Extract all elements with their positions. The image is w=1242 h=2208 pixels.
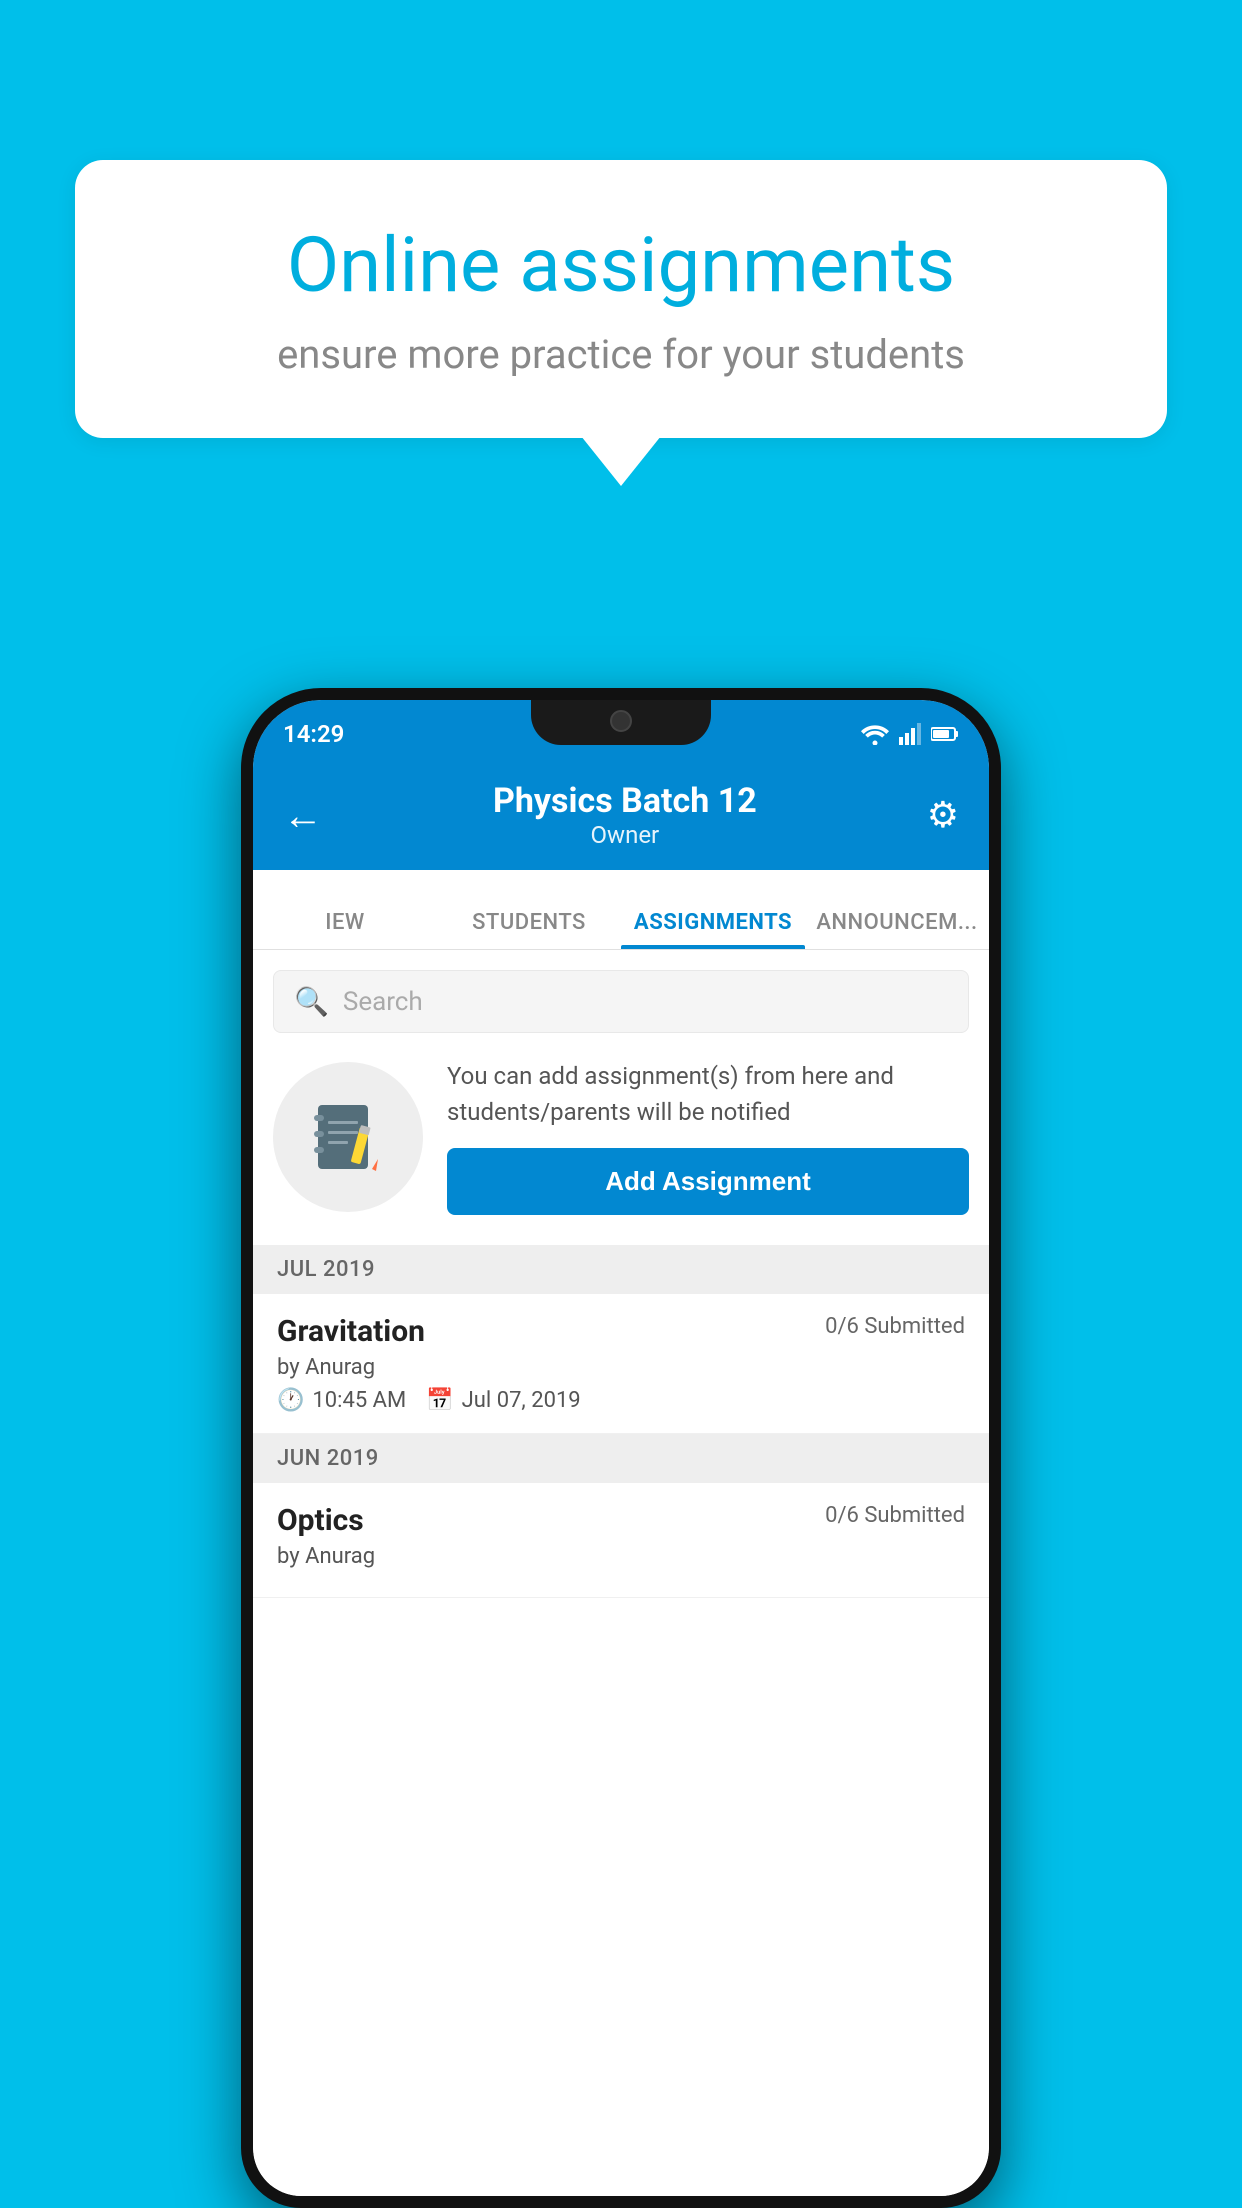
- calendar-icon: 📅: [426, 1388, 453, 1413]
- add-assignment-button[interactable]: Add Assignment: [447, 1148, 969, 1215]
- speech-bubble-title: Online assignments: [155, 220, 1087, 311]
- assignment-by-gravitation: by Anurag: [277, 1355, 965, 1380]
- signal-icon: [899, 723, 921, 745]
- wifi-icon: [861, 723, 889, 745]
- power-button: [995, 940, 1001, 1040]
- assignment-row1: Gravitation 0/6 Submitted: [277, 1314, 965, 1349]
- tab-announcements[interactable]: ANNOUNCEM...: [805, 910, 989, 949]
- battery-icon: [931, 726, 959, 742]
- batch-title: Physics Batch 12: [323, 781, 927, 821]
- section-header-jul: JUL 2019: [253, 1245, 989, 1294]
- header-title-group: Physics Batch 12 Owner: [323, 781, 927, 849]
- volume-down-button: [241, 980, 247, 1040]
- notebook-icon: [308, 1097, 388, 1177]
- camera-icon: [610, 710, 632, 732]
- tab-students[interactable]: STUDENTS: [437, 910, 621, 949]
- clock-icon: 🕐: [277, 1388, 304, 1413]
- app-header: ← Physics Batch 12 Owner ⚙: [253, 760, 989, 870]
- promo-description: You can add assignment(s) from here and …: [447, 1058, 969, 1130]
- assignment-name-gravitation: Gravitation: [277, 1314, 425, 1349]
- search-icon: 🔍: [294, 985, 329, 1018]
- assignment-icon-circle: [273, 1062, 423, 1212]
- assignment-row1-optics: Optics 0/6 Submitted: [277, 1503, 965, 1538]
- tab-assignments[interactable]: ASSIGNMENTS: [621, 910, 805, 949]
- volume-up-button: [241, 900, 247, 960]
- assignment-item-gravitation[interactable]: Gravitation 0/6 Submitted by Anurag 🕐 10…: [253, 1294, 989, 1434]
- batch-role: Owner: [323, 821, 927, 849]
- assignment-date: 📅 Jul 07, 2019: [426, 1388, 580, 1413]
- tab-overview[interactable]: IEW: [253, 910, 437, 949]
- back-button[interactable]: ←: [283, 792, 323, 839]
- tabs-bar: IEW STUDENTS ASSIGNMENTS ANNOUNCEM...: [253, 870, 989, 950]
- assignment-time: 🕐 10:45 AM: [277, 1388, 406, 1413]
- status-time: 14:29: [283, 712, 344, 748]
- search-bar[interactable]: 🔍 Search: [273, 970, 969, 1033]
- assignment-date-value: Jul 07, 2019: [462, 1388, 581, 1413]
- section-header-jun: JUN 2019: [253, 1434, 989, 1483]
- search-placeholder: Search: [343, 987, 423, 1017]
- phone-notch: [531, 700, 711, 745]
- assignment-time-value: 10:45 AM: [312, 1388, 406, 1413]
- assignment-name-optics: Optics: [277, 1503, 364, 1538]
- assignment-submitted-gravitation: 0/6 Submitted: [825, 1314, 965, 1339]
- speech-bubble: Online assignments ensure more practice …: [75, 160, 1167, 438]
- add-assignment-promo: You can add assignment(s) from here and …: [273, 1048, 969, 1225]
- assignment-by-optics: by Anurag: [277, 1544, 965, 1569]
- assignment-meta-gravitation: 🕐 10:45 AM 📅 Jul 07, 2019: [277, 1388, 965, 1413]
- content-area: 🔍 Search: [253, 950, 989, 2196]
- speech-bubble-container: Online assignments ensure more practice …: [75, 160, 1167, 438]
- assignment-item-optics[interactable]: Optics 0/6 Submitted by Anurag: [253, 1483, 989, 1598]
- speech-bubble-subtitle: ensure more practice for your students: [155, 331, 1087, 378]
- status-icons: [861, 715, 959, 745]
- promo-right: You can add assignment(s) from here and …: [447, 1058, 969, 1215]
- settings-icon[interactable]: ⚙: [927, 794, 959, 836]
- phone-screen: 14:29: [253, 700, 989, 2196]
- assignment-submitted-optics: 0/6 Submitted: [825, 1503, 965, 1528]
- phone-frame: 14:29: [241, 688, 1001, 2208]
